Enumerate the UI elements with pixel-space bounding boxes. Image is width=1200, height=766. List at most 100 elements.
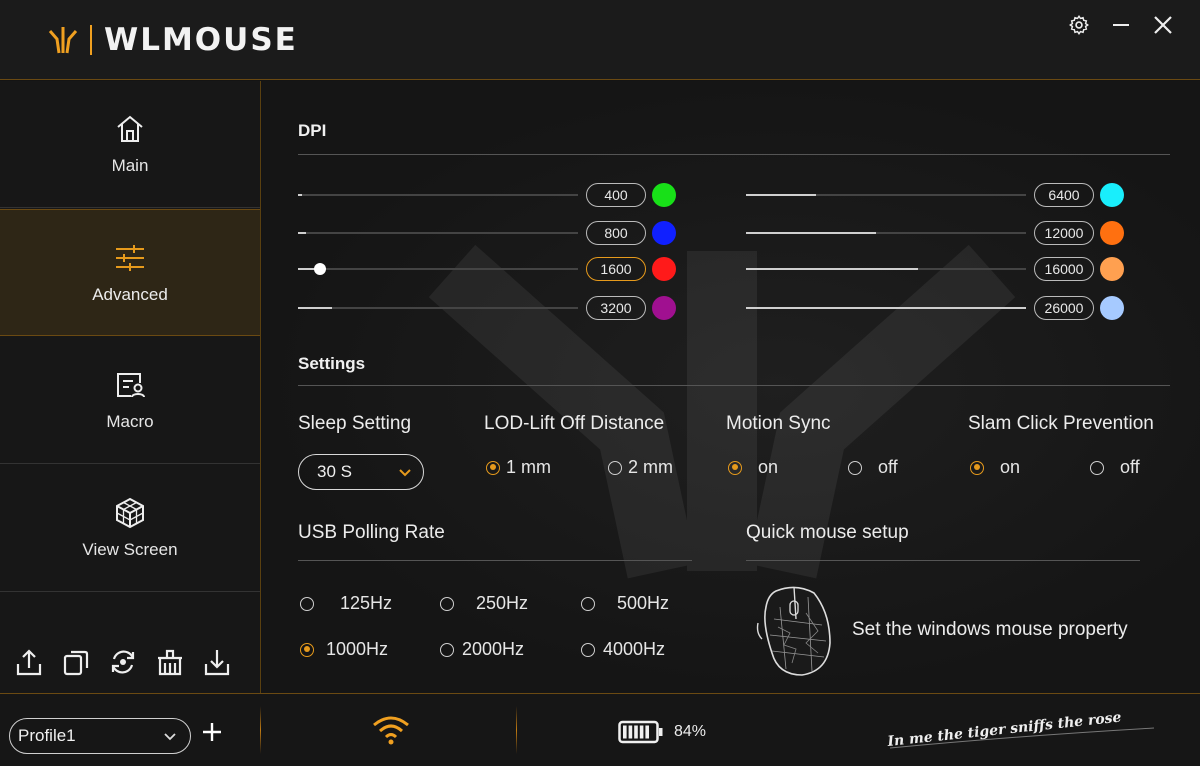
dpi-slider[interactable] (746, 194, 1026, 196)
brand-logo: WLMOUSE (46, 22, 298, 58)
reset-icon (111, 650, 135, 674)
add-profile-button[interactable] (200, 720, 224, 744)
radio-label: on (758, 457, 779, 477)
slam-click-off[interactable]: off (1090, 457, 1140, 478)
dpi-stage-3: 1600 (298, 256, 676, 282)
macro-icon (117, 373, 145, 398)
dpi-value[interactable]: 26000 (1034, 296, 1094, 320)
sleep-setting-select[interactable]: 30 S (298, 454, 424, 490)
sidebar-item-advanced[interactable]: Advanced (0, 209, 260, 336)
battery-cell (628, 725, 633, 739)
radio-selected-icon (300, 642, 314, 657)
settings-button[interactable] (1066, 12, 1092, 38)
dpi-stage-6: 12000 (746, 220, 1124, 246)
dpi-color-swatch[interactable] (1100, 221, 1124, 245)
dpi-slider[interactable] (298, 263, 578, 275)
polling-divider (298, 560, 692, 561)
battery-icon (618, 720, 663, 744)
windows-mouse-property-link[interactable]: Set the windows mouse property (852, 619, 1128, 641)
dpi-color-swatch[interactable] (652, 257, 676, 281)
dpi-value[interactable]: 400 (586, 183, 646, 207)
dpi-value[interactable]: 3200 (586, 296, 646, 320)
dpi-value-active[interactable]: 1600 (586, 257, 646, 281)
settings-section-title: Settings (298, 354, 366, 373)
dpi-section-title: DPI (298, 121, 327, 140)
copy-button[interactable] (61, 647, 91, 677)
minimize-button[interactable] (1108, 12, 1134, 38)
quick-setup-title: Quick mouse setup (746, 522, 909, 543)
sidebar-item-main[interactable]: Main (0, 81, 260, 208)
mouse-illustration-icon[interactable] (756, 583, 836, 679)
dpi-stage-5: 6400 (746, 182, 1124, 208)
motion-sync-off[interactable]: off (848, 457, 898, 478)
dpi-value[interactable]: 800 (586, 221, 646, 245)
dpi-slider[interactable] (746, 232, 1026, 234)
polling-250hz[interactable]: 250Hz (440, 593, 528, 614)
dpi-stage-4: 3200 (298, 295, 676, 321)
dpi-slider[interactable] (746, 268, 1026, 270)
dpi-slider[interactable] (298, 232, 578, 234)
sidebar-item-macro[interactable]: Macro (0, 337, 260, 464)
lod-option-2mm[interactable]: 2 mm (608, 457, 673, 478)
profile-tools (14, 647, 232, 677)
dpi-slider[interactable] (298, 194, 578, 196)
polling-2000hz[interactable]: 2000Hz (440, 639, 524, 660)
dpi-color-swatch[interactable] (1100, 257, 1124, 281)
minimize-icon (1113, 24, 1129, 26)
sidebar-item-view-screen[interactable]: View Screen (0, 465, 260, 592)
profile-select[interactable]: Profile1 (9, 718, 191, 754)
motion-sync-title: Motion Sync (726, 413, 831, 434)
dpi-slider-fill (746, 232, 876, 234)
close-button[interactable] (1150, 12, 1176, 38)
dpi-stage-2: 800 (298, 220, 676, 246)
motion-sync-on[interactable]: on (728, 457, 778, 478)
copy-icon (63, 650, 89, 676)
dpi-slider[interactable] (746, 307, 1026, 309)
dpi-stage-1: 400 (298, 182, 676, 208)
advanced-panel: DPI 400 800 1600 3200 6400 12000 16000 2… (262, 81, 1200, 693)
dpi-color-swatch[interactable] (652, 221, 676, 245)
delete-button[interactable] (155, 647, 185, 677)
polling-125hz[interactable]: 125Hz (300, 593, 392, 614)
radio-label: 125Hz (340, 593, 393, 613)
reset-button[interactable] (108, 647, 138, 677)
import-button[interactable] (202, 647, 232, 677)
battery-cell (645, 725, 649, 739)
dpi-stage-7: 16000 (746, 256, 1124, 282)
radio-label: 250Hz (476, 593, 529, 613)
polling-4000hz[interactable]: 4000Hz (581, 639, 665, 660)
sidebar-item-label: Macro (106, 412, 154, 431)
import-icon (204, 650, 230, 676)
dpi-slider-handle[interactable] (314, 263, 326, 275)
dpi-slider[interactable] (298, 307, 578, 309)
battery-status: 84% (618, 720, 706, 744)
polling-1000hz[interactable]: 1000Hz (300, 639, 388, 660)
radio-label: off (878, 457, 898, 477)
sidebar-item-label: Advanced (92, 284, 168, 304)
radio-label: 2 mm (628, 457, 673, 477)
dpi-value[interactable]: 6400 (1034, 183, 1094, 207)
polling-500hz[interactable]: 500Hz (581, 593, 669, 614)
radio-unselected-icon (440, 642, 454, 657)
radio-selected-icon (970, 460, 984, 475)
dpi-color-swatch[interactable] (1100, 183, 1124, 207)
delete-icon (158, 649, 182, 676)
dpi-slider-fill (746, 268, 918, 270)
dpi-value[interactable]: 12000 (1034, 221, 1094, 245)
radio-label: 2000Hz (462, 639, 525, 659)
polling-rate-title: USB Polling Rate (298, 522, 445, 543)
status-bar: Profile1 84% In me the tiger sniffs the … (0, 693, 1200, 766)
footer-divider (260, 706, 261, 754)
slam-click-on[interactable]: on (970, 457, 1020, 478)
dpi-slider-fill (298, 307, 332, 309)
radio-unselected-icon (440, 596, 454, 611)
footer-divider (516, 706, 517, 754)
slogan-text: In me the tiger sniffs the rose (886, 709, 1122, 750)
dpi-value[interactable]: 16000 (1034, 257, 1094, 281)
dpi-color-swatch[interactable] (652, 183, 676, 207)
wireless-icon (373, 716, 409, 745)
dpi-color-swatch[interactable] (1100, 296, 1124, 320)
lod-option-1mm[interactable]: 1 mm (486, 457, 551, 478)
dpi-color-swatch[interactable] (652, 296, 676, 320)
export-button[interactable] (14, 647, 44, 677)
